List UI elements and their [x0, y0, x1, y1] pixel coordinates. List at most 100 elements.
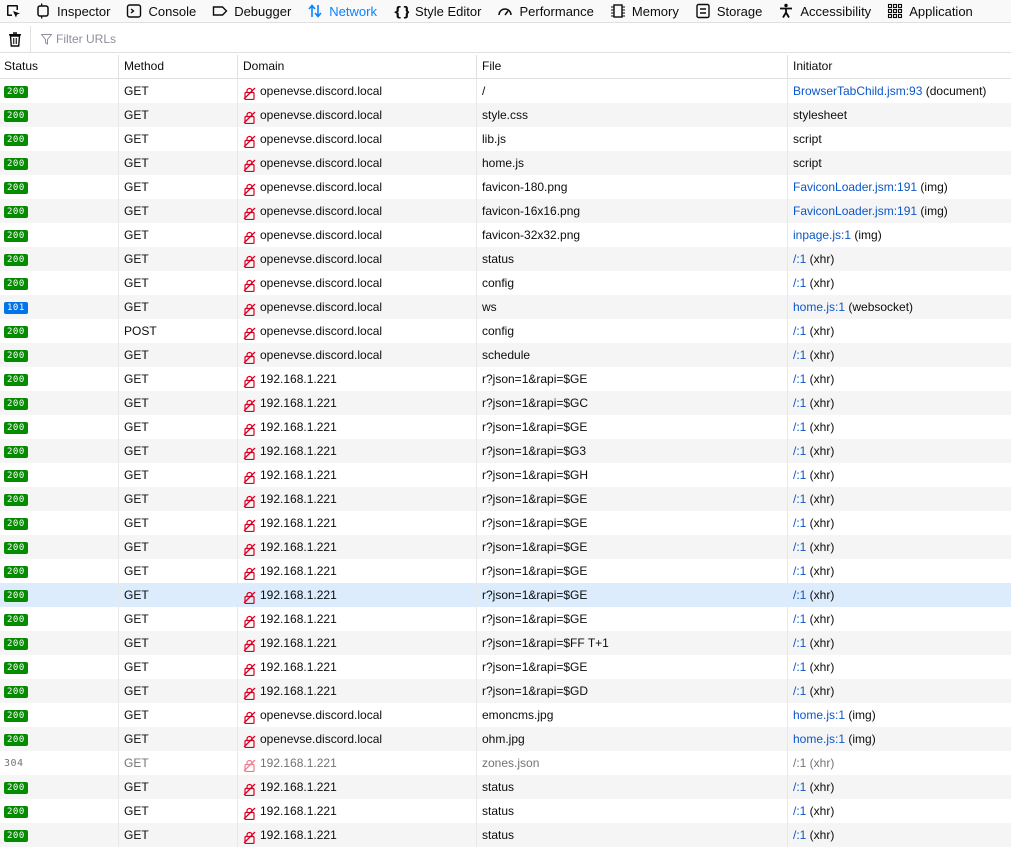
cell-status: 200 — [0, 823, 119, 847]
initiator-type: (xhr) — [806, 372, 835, 386]
initiator-link[interactable]: /:1 — [793, 444, 806, 458]
column-header-domain[interactable]: Domain — [238, 55, 477, 78]
request-row[interactable]: 200 GET 192.168.1.221 r?json=1&rapi=$G3/:1 … — [0, 439, 1011, 463]
initiator-link[interactable]: /:1 — [793, 756, 806, 770]
initiator-link[interactable]: /:1 — [793, 276, 806, 290]
initiator-link[interactable]: /:1 — [793, 828, 806, 842]
domain-text: openevse.discord.local — [260, 732, 383, 746]
request-row[interactable]: 200 GET 192.168.1.221 r?json=1&rapi=$GE/:1 … — [0, 487, 1011, 511]
initiator-link[interactable]: /:1 — [793, 612, 806, 626]
initiator-link[interactable]: /:1 — [793, 540, 806, 554]
initiator-link[interactable]: BrowserTabChild.jsm:93 — [793, 84, 922, 98]
cell-file: ws — [477, 295, 788, 319]
request-row[interactable]: 200 GET openevse.discord.local status/:1 (x… — [0, 247, 1011, 271]
request-row[interactable]: 200 GET 192.168.1.221 r?json=1&rapi=$GC/:1 … — [0, 391, 1011, 415]
tab-inspector[interactable]: Inspector — [26, 0, 117, 22]
tab-console[interactable]: Console — [117, 0, 203, 22]
request-row[interactable]: 200 GET 192.168.1.221 r?json=1&rapi=$GE/:1 … — [0, 415, 1011, 439]
initiator-link[interactable]: /:1 — [793, 252, 806, 266]
initiator-link[interactable]: /:1 — [793, 804, 806, 818]
request-row[interactable]: 200 GET openevse.discord.local lib.js script — [0, 127, 1011, 151]
cell-status: 200 — [0, 703, 119, 727]
initiator-link[interactable]: /:1 — [793, 636, 806, 650]
cell-file: emoncms.jpg — [477, 703, 788, 727]
initiator-type: (xhr) — [806, 516, 835, 530]
initiator-link[interactable]: /:1 — [793, 588, 806, 602]
tab-debugger[interactable]: Debugger — [203, 0, 298, 22]
initiator-link[interactable]: FaviconLoader.jsm:191 — [793, 180, 917, 194]
column-header-status[interactable]: Status — [0, 55, 119, 78]
request-row[interactable]: 200 GET openevse.discord.local / BrowserTabC… — [0, 79, 1011, 103]
request-row[interactable]: 200 GET 192.168.1.221 r?json=1&rapi=$GE/:1 … — [0, 367, 1011, 391]
initiator-link[interactable]: /:1 — [793, 492, 806, 506]
initiator-link[interactable]: FaviconLoader.jsm:191 — [793, 204, 917, 218]
request-row[interactable]: 200 GET 192.168.1.221 r?json=1&rapi=$GH/:1 … — [0, 463, 1011, 487]
cell-domain: 192.168.1.221 — [238, 367, 477, 391]
column-header-method[interactable]: Method — [119, 55, 238, 78]
request-row[interactable]: 200 GET openevse.discord.local style.css sty… — [0, 103, 1011, 127]
initiator-link[interactable]: home.js:1 — [793, 300, 845, 314]
request-row[interactable]: 200 GET openevse.discord.local favicon-32x3… — [0, 223, 1011, 247]
request-row[interactable]: 200 GET 192.168.1.221 r?json=1&rapi=$GE/:1 … — [0, 559, 1011, 583]
request-row[interactable]: 200 GET 192.168.1.221 status/:1 (xhr) — [0, 823, 1011, 847]
cell-method: GET — [119, 415, 238, 439]
tab-style-editor[interactable]: {} Style Editor — [384, 0, 488, 22]
request-row[interactable]: 200 POST openevse.discord.local config/:1 (… — [0, 319, 1011, 343]
initiator-link[interactable]: home.js:1 — [793, 732, 845, 746]
status-badge: 200 — [4, 133, 28, 146]
tab-accessibility[interactable]: Accessibility — [769, 0, 878, 22]
initiator-link[interactable]: /:1 — [793, 684, 806, 698]
request-row[interactable]: 200 GET 192.168.1.221 r?json=1&rapi=$GE/:1 … — [0, 535, 1011, 559]
request-row[interactable]: 200 GET openevse.discord.local home.js scrip… — [0, 151, 1011, 175]
tab-network[interactable]: Network — [298, 0, 384, 22]
request-row[interactable]: 304 GET 192.168.1.221 zones.json/:1 (xhr) — [0, 751, 1011, 775]
tab-performance[interactable]: Performance — [488, 0, 600, 22]
tab-application[interactable]: Application — [878, 0, 980, 22]
insecure-connection-icon — [243, 684, 256, 701]
initiator-type: (xhr) — [806, 756, 835, 770]
initiator-link[interactable]: /:1 — [793, 372, 806, 386]
request-row[interactable]: 200 GET 192.168.1.221 r?json=1&rapi=$GE/:1 … — [0, 583, 1011, 607]
tab-storage[interactable]: Storage — [686, 0, 770, 22]
cell-domain: openevse.discord.local — [238, 127, 477, 151]
request-row[interactable]: 200 GET openevse.discord.local emoncms.jpg h… — [0, 703, 1011, 727]
column-header-file[interactable]: File — [477, 55, 788, 78]
domain-text: openevse.discord.local — [260, 84, 383, 98]
initiator-link[interactable]: /:1 — [793, 324, 806, 338]
request-row[interactable]: 200 GET 192.168.1.221 status/:1 (xhr) — [0, 799, 1011, 823]
initiator-link[interactable]: /:1 — [793, 564, 806, 578]
clear-button[interactable] — [0, 26, 31, 52]
request-row[interactable]: 200 GET openevse.discord.local ohm.jpg home.… — [0, 727, 1011, 751]
request-row[interactable]: 200 GET openevse.discord.local favicon-16x1… — [0, 199, 1011, 223]
initiator-link[interactable]: /:1 — [793, 420, 806, 434]
request-row[interactable]: 200 GET 192.168.1.221 r?json=1&rapi=$FF T+1… — [0, 631, 1011, 655]
tab-memory[interactable]: Memory — [601, 0, 686, 22]
filter-urls-input[interactable] — [56, 32, 356, 46]
initiator-link[interactable]: /:1 — [793, 396, 806, 410]
request-row[interactable]: 200 GET 192.168.1.221 r?json=1&rapi=$GE/:1 … — [0, 655, 1011, 679]
request-row[interactable]: 200 GET 192.168.1.221 r?json=1&rapi=$GE/:1 … — [0, 607, 1011, 631]
element-picker-button[interactable] — [0, 0, 26, 22]
initiator-link[interactable]: /:1 — [793, 780, 806, 794]
request-row[interactable]: 200 GET openevse.discord.local favicon-180.… — [0, 175, 1011, 199]
request-row[interactable]: 200 GET openevse.discord.local config/:1 (x… — [0, 271, 1011, 295]
cell-status: 101 — [0, 295, 119, 319]
request-row[interactable]: 200 GET 192.168.1.221 r?json=1&rapi=$GD/:1 … — [0, 679, 1011, 703]
request-row[interactable]: 200 GET 192.168.1.221 status/:1 (xhr) — [0, 775, 1011, 799]
request-row[interactable]: 200 GET 192.168.1.221 r?json=1&rapi=$GE/:1 … — [0, 511, 1011, 535]
request-row[interactable]: 200 GET openevse.discord.local schedule/:1 … — [0, 343, 1011, 367]
initiator-link[interactable]: home.js:1 — [793, 708, 845, 722]
initiator-link[interactable]: /:1 — [793, 516, 806, 530]
initiator-type: (xhr) — [806, 444, 835, 458]
cell-domain: 192.168.1.221 — [238, 775, 477, 799]
initiator-link[interactable]: /:1 — [793, 348, 806, 362]
trash-icon — [9, 31, 21, 47]
initiator-link[interactable]: /:1 — [793, 468, 806, 482]
cell-file: status — [477, 799, 788, 823]
column-header-initiator[interactable]: Initiator — [788, 55, 1011, 78]
insecure-connection-icon — [243, 732, 256, 749]
cell-domain: openevse.discord.local — [238, 223, 477, 247]
initiator-link[interactable]: /:1 — [793, 660, 806, 674]
request-row[interactable]: 101 GET openevse.discord.local ws home.js:1 … — [0, 295, 1011, 319]
initiator-link[interactable]: inpage.js:1 — [793, 228, 851, 242]
